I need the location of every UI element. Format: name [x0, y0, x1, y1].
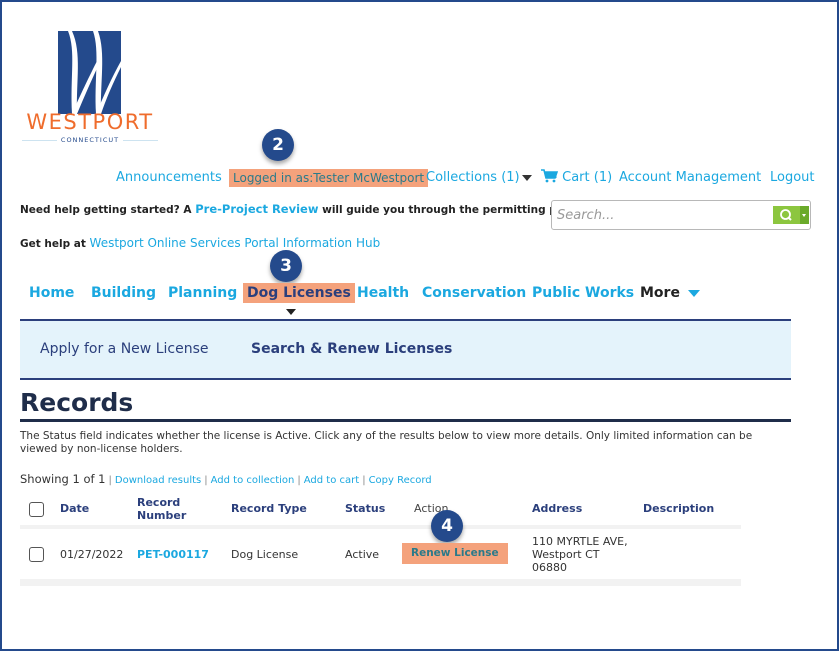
nav-health[interactable]: Health — [357, 283, 409, 303]
logo-rule-left — [22, 139, 57, 141]
separator: | — [108, 475, 112, 486]
announcements-link[interactable]: Announcements — [116, 169, 222, 187]
separator: | — [204, 475, 208, 486]
col-record-type[interactable]: Record Type — [231, 502, 307, 515]
page-title: Records — [20, 388, 134, 417]
col-record-number[interactable]: Record Number — [137, 496, 197, 522]
active-nav-pointer-icon — [286, 309, 296, 315]
nav-dog-licenses[interactable]: Dog Licenses — [243, 283, 355, 303]
add-to-cart-link[interactable]: Add to cart — [304, 475, 359, 486]
collections-label: Collections (1) — [426, 170, 520, 185]
logged-in-label[interactable]: Logged in as:Tester McWestport — [229, 169, 429, 187]
caret-down-icon — [521, 174, 532, 181]
nav-conservation[interactable]: Conservation — [422, 283, 526, 303]
logo-subtitle: CONNECTICUT — [22, 136, 158, 144]
add-to-collection-link[interactable]: Add to collection — [211, 475, 295, 486]
title-divider — [20, 419, 791, 422]
record-number-link[interactable]: PET-000117 — [137, 548, 209, 561]
cart-link[interactable]: Cart (1) — [541, 169, 612, 187]
col-date[interactable]: Date — [60, 502, 89, 515]
results-toolbar: Showing 1 of 1 | Download results | Add to c… — [20, 472, 432, 486]
collections-link[interactable]: Collections (1) — [426, 169, 532, 187]
help-text-preproject: Need help getting started? A Pre-Project… — [20, 202, 599, 216]
account-management-link[interactable]: Account Management — [619, 169, 761, 187]
results-count: Showing 1 of 1 — [20, 472, 106, 486]
nav-home[interactable]: Home — [29, 283, 74, 303]
address-line-1: 110 MYRTLE AVE, — [532, 535, 628, 548]
top-links-bar: Announcements Logged in as:Tester McWest… — [0, 169, 839, 189]
help-text-infohub: Get help at Westport Online Services Por… — [20, 236, 380, 250]
separator: | — [297, 475, 301, 486]
cart-label: Cart (1) — [562, 170, 613, 185]
renew-license-button[interactable]: Renew License — [402, 543, 508, 564]
info-hub-link[interactable]: Westport Online Services Portal Informat… — [90, 236, 381, 250]
download-results-link[interactable]: Download results — [115, 475, 201, 486]
row-checkbox[interactable] — [29, 547, 44, 562]
col-status[interactable]: Status — [345, 502, 385, 515]
address-line-2: Westport CT — [532, 548, 600, 561]
search-options-dropdown[interactable] — [800, 206, 809, 224]
caret-down-icon — [687, 289, 700, 297]
subnav-search-renew-licenses[interactable]: Search & Renew Licenses — [251, 341, 452, 357]
westport-logo-mark[interactable] — [58, 31, 121, 114]
col-address[interactable]: Address — [532, 502, 582, 515]
logo-wordmark: WESTPORT — [26, 110, 154, 134]
help2-prefix: Get help at — [20, 238, 90, 250]
table-header: Date Record Number Record Type Status Ac… — [20, 494, 741, 524]
cell-status: Active — [345, 548, 380, 561]
copy-record-link[interactable]: Copy Record — [369, 475, 432, 486]
search-box — [551, 200, 811, 230]
sub-nav: Apply for a New License Search & Renew L… — [20, 319, 791, 380]
pre-project-review-link[interactable]: Pre-Project Review — [195, 202, 318, 216]
search-button[interactable] — [773, 206, 800, 224]
nav-building[interactable]: Building — [91, 283, 156, 303]
step-badge-2: 2 — [262, 129, 294, 161]
logout-link[interactable]: Logout — [770, 169, 815, 187]
main-nav: Home Building Planning Dog Licenses Heal… — [0, 283, 839, 305]
cell-date: 01/27/2022 — [60, 548, 124, 561]
address-line-3: 06880 — [532, 561, 567, 574]
subnav-apply-new-license[interactable]: Apply for a New License — [40, 341, 208, 357]
nav-public-works[interactable]: Public Works — [532, 283, 634, 303]
col-description[interactable]: Description — [643, 502, 714, 515]
row-divider — [20, 525, 741, 529]
cell-address: 110 MYRTLE AVE, Westport CT 06880 — [532, 535, 628, 574]
select-all-checkbox[interactable] — [29, 502, 44, 517]
nav-planning[interactable]: Planning — [168, 283, 237, 303]
row-divider — [20, 579, 741, 586]
w-logo-icon — [58, 31, 121, 114]
logo-rule-right — [123, 139, 158, 141]
help-prefix: Need help getting started? A — [20, 204, 196, 216]
separator: | — [362, 475, 366, 486]
search-icon — [780, 209, 792, 221]
records-description: The Status field indicates whether the l… — [20, 430, 753, 455]
nav-more[interactable]: More — [640, 283, 700, 303]
table-row[interactable]: 01/27/2022 PET-000117 Dog License Active… — [20, 530, 741, 582]
step-badge-3: 3 — [270, 250, 302, 282]
logo-subtitle-text: CONNECTICUT — [60, 136, 120, 144]
nav-more-label: More — [640, 285, 680, 301]
cell-record-type: Dog License — [231, 548, 299, 561]
cart-icon — [541, 169, 559, 183]
search-input[interactable] — [557, 206, 767, 224]
